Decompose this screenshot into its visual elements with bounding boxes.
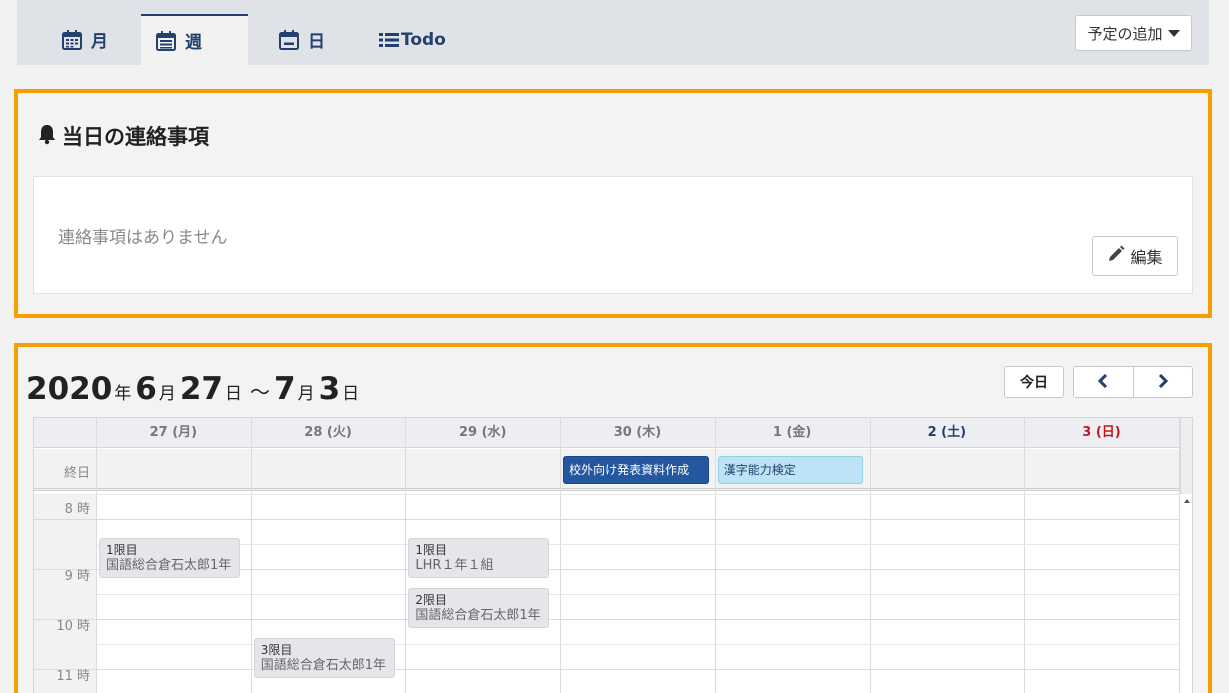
range-year-unit: 年: [114, 384, 132, 404]
next-week-button[interactable]: [1132, 367, 1193, 397]
range-end-month: 7: [274, 371, 296, 407]
add-event-button[interactable]: 予定の追加: [1075, 15, 1192, 51]
calendar-month-icon: [61, 29, 83, 51]
day-header[interactable]: 3 (日): [1024, 418, 1179, 448]
notices-empty-text: 連絡事項はありません: [58, 228, 228, 248]
event-period: 3限目: [260, 643, 293, 657]
day-header[interactable]: 27 (月): [96, 418, 251, 448]
column-divider: [560, 418, 562, 693]
week-nav: [1073, 366, 1193, 398]
grid-scrollbar[interactable]: [1180, 418, 1192, 494]
edit-notices-button[interactable]: 編集: [1092, 236, 1178, 276]
timed-event[interactable]: 1限目 LHR１年１組: [408, 538, 550, 578]
hour-label: 11 時: [56, 669, 90, 684]
day-header[interactable]: 1 (金): [715, 418, 870, 448]
tab-day-label: 日: [308, 32, 325, 52]
range-end-day: 3: [318, 371, 341, 407]
tab-todo-label: Todo: [401, 29, 446, 50]
half-hour-line: [96, 494, 1180, 495]
event-period: 2限目: [415, 593, 448, 607]
list-icon: [379, 32, 399, 48]
chevron-left-icon: [1097, 373, 1109, 392]
add-event-label: 予定の追加: [1087, 24, 1163, 43]
week-calendar-panel: 2020 年 6 月 27 日 ～ 7 月 3 日 今日 終日 27 (月) 28: [14, 343, 1212, 693]
today-button[interactable]: 今日: [1004, 366, 1064, 398]
tab-week[interactable]: 週: [141, 14, 248, 65]
half-hour-line: [96, 544, 1180, 545]
prev-week-button[interactable]: [1074, 367, 1133, 397]
daily-notices-panel: 当日の連絡事項 連絡事項はありません 編集: [14, 89, 1212, 318]
range-day-unit-1: 日: [225, 384, 242, 404]
column-divider: [1024, 418, 1026, 693]
column-divider: [869, 418, 871, 693]
day-header[interactable]: 29 (水): [405, 418, 560, 448]
hour-line: [34, 519, 1180, 520]
range-start-day: 27: [179, 371, 223, 407]
tab-month[interactable]: 月: [47, 14, 122, 65]
column-divider: [96, 418, 97, 693]
edit-label: 編集: [1130, 248, 1163, 267]
allday-event[interactable]: 漢字能力検定: [717, 456, 864, 484]
notices-content: 連絡事項はありません 編集: [33, 176, 1193, 294]
scroll-up-arrow-icon[interactable]: [1184, 499, 1190, 503]
day-header[interactable]: 30 (木): [560, 418, 715, 448]
column-divider: [1178, 418, 1180, 693]
tab-week-label: 週: [185, 33, 202, 53]
event-title: 国語総合倉石太郎1年: [260, 658, 386, 673]
event-title: 国語総合倉石太郎1年: [106, 558, 232, 573]
allday-label: 終日: [63, 466, 90, 481]
column-divider: [714, 418, 716, 693]
bell-icon: [36, 123, 58, 150]
event-title: 国語総合倉石太郎1年: [415, 608, 541, 623]
hour-label: 9 時: [64, 569, 90, 584]
hour-label: 8 時: [64, 502, 90, 517]
time-axis-column: [34, 494, 96, 693]
pencil-icon: [1107, 245, 1125, 267]
day-header[interactable]: 2 (土): [870, 418, 1025, 448]
calendar-day-icon: [278, 29, 300, 51]
date-range-title: 2020 年 6 月 27 日 ～ 7 月 3 日: [26, 371, 363, 407]
event-period: 1限目: [106, 543, 138, 557]
event-title: LHR１年１組: [415, 558, 494, 573]
column-divider: [250, 418, 252, 693]
timed-event[interactable]: 1限目 国語総合倉石太郎1年: [99, 538, 240, 578]
allday-event[interactable]: 校外向け発表資料作成: [563, 456, 709, 484]
range-month-unit-2: 月: [297, 384, 315, 404]
tab-todo[interactable]: Todo: [365, 14, 460, 65]
notices-heading: 当日の連絡事項: [36, 121, 209, 151]
timed-event[interactable]: 3限目 国語総合倉石太郎1年: [253, 638, 395, 678]
tab-month-label: 月: [91, 32, 108, 52]
timed-event[interactable]: 2限目 国語総合倉石太郎1年: [408, 588, 550, 628]
half-hour-line: [96, 594, 1180, 595]
range-start-month: 6: [135, 371, 157, 407]
hour-label: 10 時: [56, 619, 90, 634]
notices-title: 当日の連絡事項: [62, 125, 209, 149]
range-month-unit-1: 月: [158, 384, 176, 404]
view-tabbar: 月 週 日 Todo 予定の追加: [17, 0, 1209, 65]
day-header[interactable]: 28 (火): [251, 418, 406, 448]
calendar-week-icon: [155, 30, 177, 52]
caret-down-icon: [1167, 29, 1180, 37]
hour-line: [34, 619, 1180, 620]
column-divider: [405, 418, 407, 693]
chevron-right-icon: [1157, 373, 1169, 392]
range-day-unit-2: 日: [342, 384, 360, 404]
hour-line: [34, 669, 1180, 670]
tab-day[interactable]: 日: [264, 14, 339, 65]
range-start-year: 2020: [26, 371, 113, 407]
week-grid: 終日 27 (月) 28 (火) 29 (水) 30 (木) 1 (金) 2 (土) 3 (…: [33, 417, 1193, 693]
event-period: 1限目: [415, 543, 448, 557]
range-separator: ～: [250, 380, 270, 404]
